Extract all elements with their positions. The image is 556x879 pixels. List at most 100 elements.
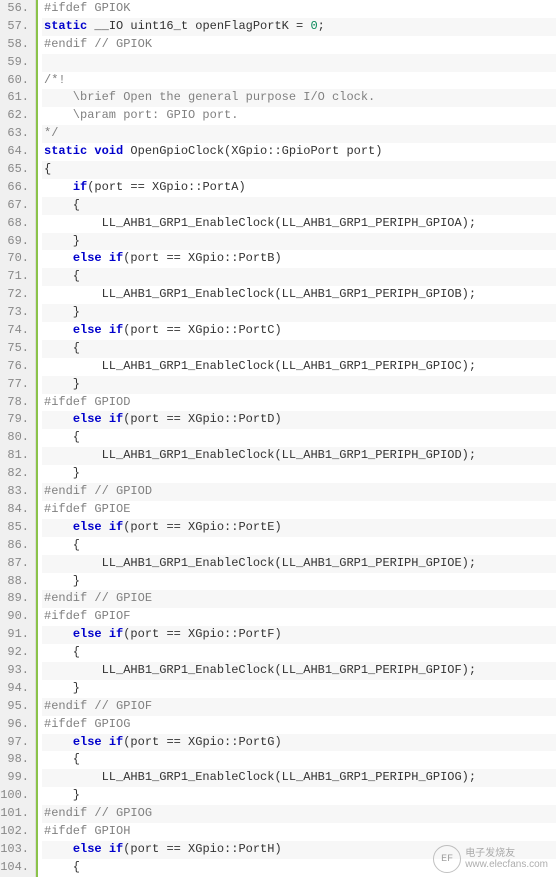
code-line[interactable]: }: [42, 465, 556, 483]
line-number: 101.: [0, 805, 29, 823]
token-id: (port == XGpio::PortG): [123, 735, 281, 749]
token-cm: /*!: [44, 73, 66, 87]
line-number: 93.: [0, 662, 29, 680]
token-cm: \param port: GPIO port.: [44, 108, 238, 122]
code-line[interactable]: #ifdef GPIOK: [42, 0, 556, 18]
token-id: {: [44, 162, 51, 176]
token-id: [44, 520, 73, 534]
code-line[interactable]: /*!: [42, 72, 556, 90]
code-line[interactable]: \brief Open the general purpose I/O cloc…: [42, 89, 556, 107]
code-line[interactable]: {: [42, 268, 556, 286]
code-line[interactable]: #endif // GPIOG: [42, 805, 556, 823]
line-number: 103.: [0, 841, 29, 859]
token-kw: if: [73, 180, 87, 194]
token-id: }: [44, 234, 80, 248]
token-id: {: [44, 860, 80, 874]
code-line[interactable]: if(port == XGpio::PortA): [42, 179, 556, 197]
code-line[interactable]: #endif // GPIOF: [42, 698, 556, 716]
line-number: 71.: [0, 268, 29, 286]
token-id: (port == XGpio::PortF): [123, 627, 281, 641]
code-line[interactable]: #ifdef GPIOF: [42, 608, 556, 626]
code-line[interactable]: */: [42, 125, 556, 143]
code-line[interactable]: }: [42, 233, 556, 251]
code-line[interactable]: LL_AHB1_GRP1_EnableClock(LL_AHB1_GRP1_PE…: [42, 555, 556, 573]
token-id: {: [44, 538, 80, 552]
code-line[interactable]: static __IO uint16_t openFlagPortK = 0;: [42, 18, 556, 36]
token-id: {: [44, 198, 80, 212]
line-number: 60.: [0, 72, 29, 90]
code-line[interactable]: }: [42, 304, 556, 322]
token-id: }: [44, 788, 80, 802]
line-number: 61.: [0, 89, 29, 107]
code-line[interactable]: }: [42, 680, 556, 698]
code-line[interactable]: }: [42, 573, 556, 591]
token-id: (port == XGpio::PortD): [123, 412, 281, 426]
code-line[interactable]: {: [42, 537, 556, 555]
code-line[interactable]: else if(port == XGpio::PortF): [42, 626, 556, 644]
line-number: 67.: [0, 197, 29, 215]
token-id: (port == XGpio::PortC): [123, 323, 281, 337]
code-line[interactable]: [42, 54, 556, 72]
code-line[interactable]: LL_AHB1_GRP1_EnableClock(LL_AHB1_GRP1_PE…: [42, 447, 556, 465]
code-line[interactable]: LL_AHB1_GRP1_EnableClock(LL_AHB1_GRP1_PE…: [42, 662, 556, 680]
line-number: 56.: [0, 0, 29, 18]
line-number: 94.: [0, 680, 29, 698]
token-id: LL_AHB1_GRP1_EnableClock(LL_AHB1_GRP1_PE…: [44, 556, 476, 570]
token-id: [44, 842, 73, 856]
code-line[interactable]: LL_AHB1_GRP1_EnableClock(LL_AHB1_GRP1_PE…: [42, 358, 556, 376]
code-line[interactable]: LL_AHB1_GRP1_EnableClock(LL_AHB1_GRP1_PE…: [42, 215, 556, 233]
code-line[interactable]: #endif // GPIOK: [42, 36, 556, 54]
line-number: 92.: [0, 644, 29, 662]
token-pp: #ifdef GPIOF: [44, 609, 130, 623]
token-kw: else if: [73, 627, 123, 641]
code-line[interactable]: {: [42, 429, 556, 447]
code-line[interactable]: LL_AHB1_GRP1_EnableClock(LL_AHB1_GRP1_PE…: [42, 769, 556, 787]
token-id: LL_AHB1_GRP1_EnableClock(LL_AHB1_GRP1_PE…: [44, 663, 476, 677]
token-id: {: [44, 430, 80, 444]
watermark-logo-icon: EF: [433, 845, 461, 873]
line-number: 81.: [0, 447, 29, 465]
token-pp: #ifdef GPIOK: [44, 1, 130, 15]
token-pp: #endif // GPIOG: [44, 806, 152, 820]
line-number: 88.: [0, 573, 29, 591]
code-area[interactable]: #ifdef GPIOK static __IO uint16_t openFla…: [36, 0, 556, 877]
code-line[interactable]: {: [42, 197, 556, 215]
token-id: (port == XGpio::PortB): [123, 251, 281, 265]
token-pp: #ifdef GPIOG: [44, 717, 130, 731]
token-pp: #endif // GPIOF: [44, 699, 152, 713]
token-pp: #ifdef GPIOE: [44, 502, 130, 516]
code-line[interactable]: #ifdef GPIOH: [42, 823, 556, 841]
line-number: 104.: [0, 859, 29, 877]
code-line[interactable]: {: [42, 161, 556, 179]
line-number: 99.: [0, 769, 29, 787]
code-line[interactable]: #ifdef GPIOD: [42, 394, 556, 412]
code-line[interactable]: LL_AHB1_GRP1_EnableClock(LL_AHB1_GRP1_PE…: [42, 286, 556, 304]
code-line[interactable]: #endif // GPIOD: [42, 483, 556, 501]
code-editor: 56.57.58.59.60.61.62.63.64.65.66.67.68.6…: [0, 0, 556, 877]
code-line[interactable]: {: [42, 340, 556, 358]
code-line[interactable]: else if(port == XGpio::PortG): [42, 734, 556, 752]
code-line[interactable]: \param port: GPIO port.: [42, 107, 556, 125]
code-line[interactable]: #ifdef GPIOG: [42, 716, 556, 734]
code-line[interactable]: {: [42, 751, 556, 769]
code-line[interactable]: }: [42, 376, 556, 394]
line-number: 57.: [0, 18, 29, 36]
code-line[interactable]: }: [42, 787, 556, 805]
token-id: LL_AHB1_GRP1_EnableClock(LL_AHB1_GRP1_PE…: [44, 216, 476, 230]
token-id: }: [44, 574, 80, 588]
code-line[interactable]: else if(port == XGpio::PortB): [42, 250, 556, 268]
token-pp: #ifdef GPIOD: [44, 395, 130, 409]
token-kw: static: [44, 19, 87, 33]
token-cm: \brief Open the general purpose I/O cloc…: [44, 90, 375, 104]
code-line[interactable]: else if(port == XGpio::PortE): [42, 519, 556, 537]
line-number: 86.: [0, 537, 29, 555]
code-line[interactable]: else if(port == XGpio::PortD): [42, 411, 556, 429]
code-line[interactable]: #endif // GPIOE: [42, 590, 556, 608]
code-line[interactable]: {: [42, 644, 556, 662]
line-number: 77.: [0, 376, 29, 394]
line-number: 87.: [0, 555, 29, 573]
code-line[interactable]: static void OpenGpioClock(XGpio::GpioPor…: [42, 143, 556, 161]
line-number: 91.: [0, 626, 29, 644]
code-line[interactable]: #ifdef GPIOE: [42, 501, 556, 519]
code-line[interactable]: else if(port == XGpio::PortC): [42, 322, 556, 340]
